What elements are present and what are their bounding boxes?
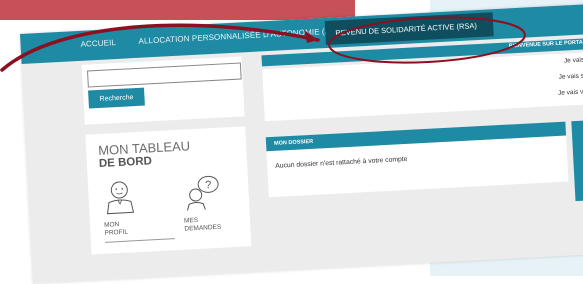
- search-button[interactable]: Recherche: [88, 87, 145, 109]
- requests-label[interactable]: MES DEMANDES: [184, 216, 222, 234]
- info-line-2[interactable]: Je vais savoir qui est: [558, 71, 583, 81]
- welcome-text: BIENVENUE SUR LE PORTAIL « RSA » DU: [508, 38, 583, 50]
- dashboard-title-bold: DE BORD: [98, 155, 153, 171]
- decorative-banner: [0, 0, 355, 20]
- nav-rsa-label: REVENU DE SOLIDARITÉ ACTIVE (RSA): [335, 21, 478, 38]
- profile-label[interactable]: MON PROFIL: [104, 221, 128, 238]
- nav-accueil[interactable]: ACCUEIL: [80, 38, 116, 49]
- dashboard-panel: MON TABLEAU DE BORD ? MON PROFIL MES DEM…: [85, 126, 252, 255]
- dossier-message: Aucun dossier n'est rattaché à votre com…: [275, 155, 408, 170]
- search-panel: Recherche: [81, 56, 245, 125]
- dossier-title: MON DOSSIER: [273, 138, 314, 147]
- info-line-1[interactable]: Je vais lire mon do: [564, 55, 583, 65]
- nav-apa[interactable]: ALLOCATION PERSONNALISÉE D'AUTONOMIE (AP…: [138, 26, 343, 46]
- nav-rsa-active[interactable]: REVENU DE SOLIDARITÉ ACTIVE (RSA): [324, 12, 494, 46]
- search-input[interactable]: [87, 62, 242, 88]
- dashboard-title: MON TABLEAU: [97, 138, 191, 159]
- svg-text:?: ?: [205, 179, 212, 191]
- profile-divider: [104, 238, 175, 243]
- info-line-3[interactable]: Je vais voir les action: [558, 87, 583, 97]
- dossier-panel: MON DOSSIER Aucun dossier n'est rattaché…: [265, 121, 569, 198]
- dossier-header: MON DOSSIER: [265, 121, 567, 152]
- portal-screenshot: ACCUEIL ALLOCATION PERSONNALISÉE D'AUTON…: [20, 2, 583, 284]
- profile-icon[interactable]: [102, 178, 138, 216]
- side-accent: [571, 119, 583, 202]
- requests-icon[interactable]: ?: [182, 174, 222, 212]
